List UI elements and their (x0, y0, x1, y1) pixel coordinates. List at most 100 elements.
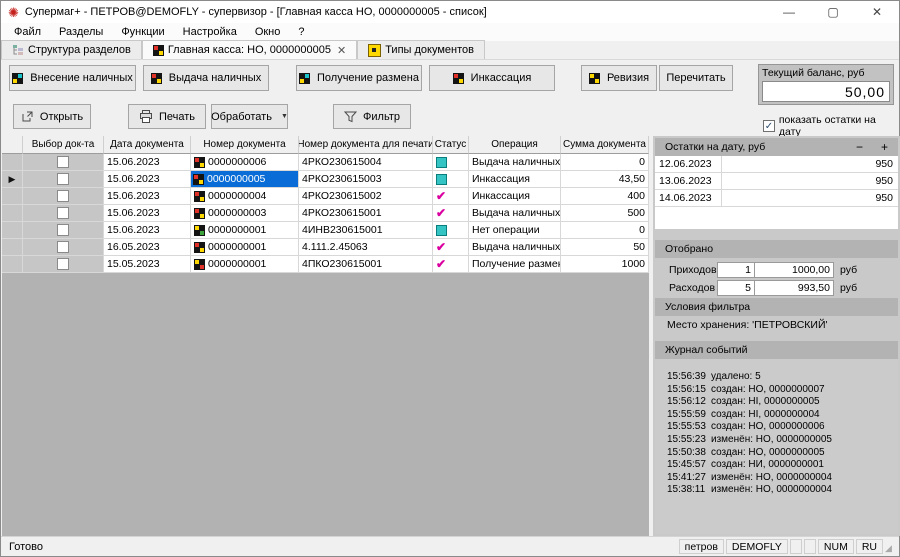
tab-main-cash[interactable]: Главная касса: НО, 0000000005 ✕ (142, 40, 357, 59)
log-entry: 15:56:15создан: НО, 0000000007 (667, 384, 898, 397)
table-row[interactable]: 15.06.2023 0000000003 4РКО230615001 ✔ Вы… (2, 205, 649, 222)
checkbox-checked-icon: ✓ (763, 120, 775, 132)
tab-doc-types[interactable]: Типы документов (357, 40, 485, 59)
tab-label: Структура разделов (28, 44, 131, 56)
minimize-button[interactable]: — (767, 1, 811, 23)
app-icon: ✺ (8, 6, 19, 19)
collection-icon (453, 73, 464, 84)
selected-section-header: Отобрано (655, 240, 898, 258)
revision-button[interactable]: Ревизия (581, 65, 657, 91)
remains-row[interactable]: 12.06.2023 950 (655, 156, 898, 173)
status-check-icon: ✔ (436, 241, 446, 253)
table-row[interactable]: 15.06.2023 0000000001 4ИНВ230615001 Нет … (2, 222, 649, 239)
event-log: 15:56:39удалено: 5 15:56:15создан: НО, 0… (655, 359, 898, 534)
remains-row[interactable]: 13.06.2023 950 (655, 173, 898, 190)
row-checkbox[interactable] (57, 207, 69, 219)
header-status[interactable]: Статус (433, 136, 469, 154)
row-select-cell[interactable] (23, 239, 104, 256)
get-change-button[interactable]: Получение размена (296, 65, 422, 91)
remains-row[interactable]: 14.06.2023 950 (655, 190, 898, 207)
cell-amount: 0 (561, 222, 649, 239)
collection-button[interactable]: Инкассация (429, 65, 555, 91)
remains-expand-button[interactable]: + (881, 140, 888, 154)
log-entry: 15:55:53создан: НО, 0000000006 (667, 421, 898, 434)
row-checkbox[interactable] (57, 190, 69, 202)
remains-collapse-button[interactable]: − (856, 140, 863, 154)
table-row[interactable]: 15.06.2023 0000000004 4РКО230615002 ✔ Ин… (2, 188, 649, 205)
table-row[interactable]: 15.06.2023 0000000006 4РКО230615004 Выда… (2, 154, 649, 171)
filter-icon (344, 111, 357, 123)
cell-status: ✔ (433, 188, 469, 205)
filter-button[interactable]: Фильтр (333, 104, 411, 129)
table-header: Выбор док-та Дата документа Номер докуме… (2, 136, 649, 154)
cell-date: 15.06.2023 (104, 222, 191, 239)
menu-help[interactable]: ? (289, 23, 313, 41)
status-bar: Готово петров DEMOFLY NUM RU ◢ (1, 536, 899, 556)
header-operation[interactable]: Операция (469, 136, 561, 154)
cell-status (433, 222, 469, 239)
row-checkbox[interactable] (57, 258, 69, 270)
tab-close-icon[interactable]: ✕ (337, 44, 346, 57)
row-checkbox[interactable] (57, 241, 69, 253)
withdraw-cash-button[interactable]: Выдача наличных (143, 65, 269, 91)
row-select-cell[interactable] (23, 188, 104, 205)
header-select[interactable]: Выбор док-та (23, 136, 104, 154)
change-icon (299, 73, 310, 84)
log-section-header: Журнал событий (655, 341, 898, 359)
row-select-cell[interactable] (23, 256, 104, 273)
document-icon (193, 174, 204, 185)
open-button[interactable]: Открыть (13, 104, 91, 129)
table-row-selected[interactable]: ▶ 15.06.2023 0000000005 4РКО230615003 Ин… (2, 171, 649, 188)
window-title: Супермаг+ - ПЕТРОВ@DEMOFLY - супервизор … (25, 6, 487, 18)
cell-amount: 0 (561, 154, 649, 171)
process-button[interactable]: Обработать ▼ (211, 104, 288, 129)
log-entry: 15:55:23изменён: НО, 0000000005 (667, 434, 898, 447)
header-number[interactable]: Номер документа (191, 136, 299, 154)
button-label: Ревизия (607, 72, 649, 84)
cell-print-number: 4РКО230615004 (299, 154, 433, 171)
remains-section-header: Остатки на дату, руб − + (655, 138, 898, 156)
tab-label: Главная касса: НО, 0000000005 (168, 44, 331, 56)
status-empty-cell (790, 539, 802, 554)
header-date[interactable]: Дата документа (104, 136, 191, 154)
menu-functions[interactable]: Функции (112, 23, 173, 41)
menu-window[interactable]: Окно (246, 23, 290, 41)
cell-status (433, 154, 469, 171)
table-row[interactable]: 15.05.2023 0000000001 4ПКО230615001 ✔ По… (2, 256, 649, 273)
row-checkbox[interactable] (57, 224, 69, 236)
table-row[interactable]: 16.05.2023 0000000001 4.111.2.45063 ✔ Вы… (2, 239, 649, 256)
row-checkbox[interactable] (57, 173, 69, 185)
cell-status: ✔ (433, 205, 469, 222)
resize-grip-icon[interactable]: ◢ (885, 539, 895, 554)
expense-label: Расходов (669, 282, 717, 294)
doc-types-icon (368, 44, 381, 57)
log-entry: 15:38:11изменён: НО, 0000000004 (667, 484, 898, 497)
close-button[interactable]: ✕ (855, 1, 899, 23)
log-entry: 15:55:59создан: НІ, 0000000004 (667, 409, 898, 422)
cell-date: 15.06.2023 (104, 205, 191, 222)
header-print-number[interactable]: Номер документа для печати (299, 136, 433, 154)
cell-operation: Инкассация (469, 188, 561, 205)
tab-label: Типы документов (385, 44, 474, 56)
deposit-cash-button[interactable]: Внесение наличных (9, 65, 136, 91)
row-checkbox[interactable] (57, 156, 69, 168)
status-square-icon (436, 157, 447, 168)
log-entry: 15:56:39удалено: 5 (667, 371, 898, 384)
row-select-cell[interactable] (23, 171, 104, 188)
cell-status (433, 171, 469, 188)
maximize-button[interactable]: ▢ (811, 1, 855, 23)
cell-number: 0000000003 (191, 205, 299, 222)
cell-print-number: 4ПКО230615001 (299, 256, 433, 273)
print-button[interactable]: Печать (128, 104, 206, 129)
row-select-cell[interactable] (23, 222, 104, 239)
menu-file[interactable]: Файл (5, 23, 50, 41)
reread-button[interactable]: Перечитать (659, 65, 733, 91)
menu-settings[interactable]: Настройка (174, 23, 246, 41)
show-remains-checkbox[interactable]: ✓ показать остатки на дату (763, 114, 899, 138)
header-amount[interactable]: Сумма документа (561, 136, 649, 154)
row-select-cell[interactable] (23, 205, 104, 222)
cash-out-icon (151, 73, 162, 84)
tab-structure[interactable]: Структура разделов (1, 40, 142, 59)
menu-sections[interactable]: Разделы (50, 23, 112, 41)
row-select-cell[interactable] (23, 154, 104, 171)
